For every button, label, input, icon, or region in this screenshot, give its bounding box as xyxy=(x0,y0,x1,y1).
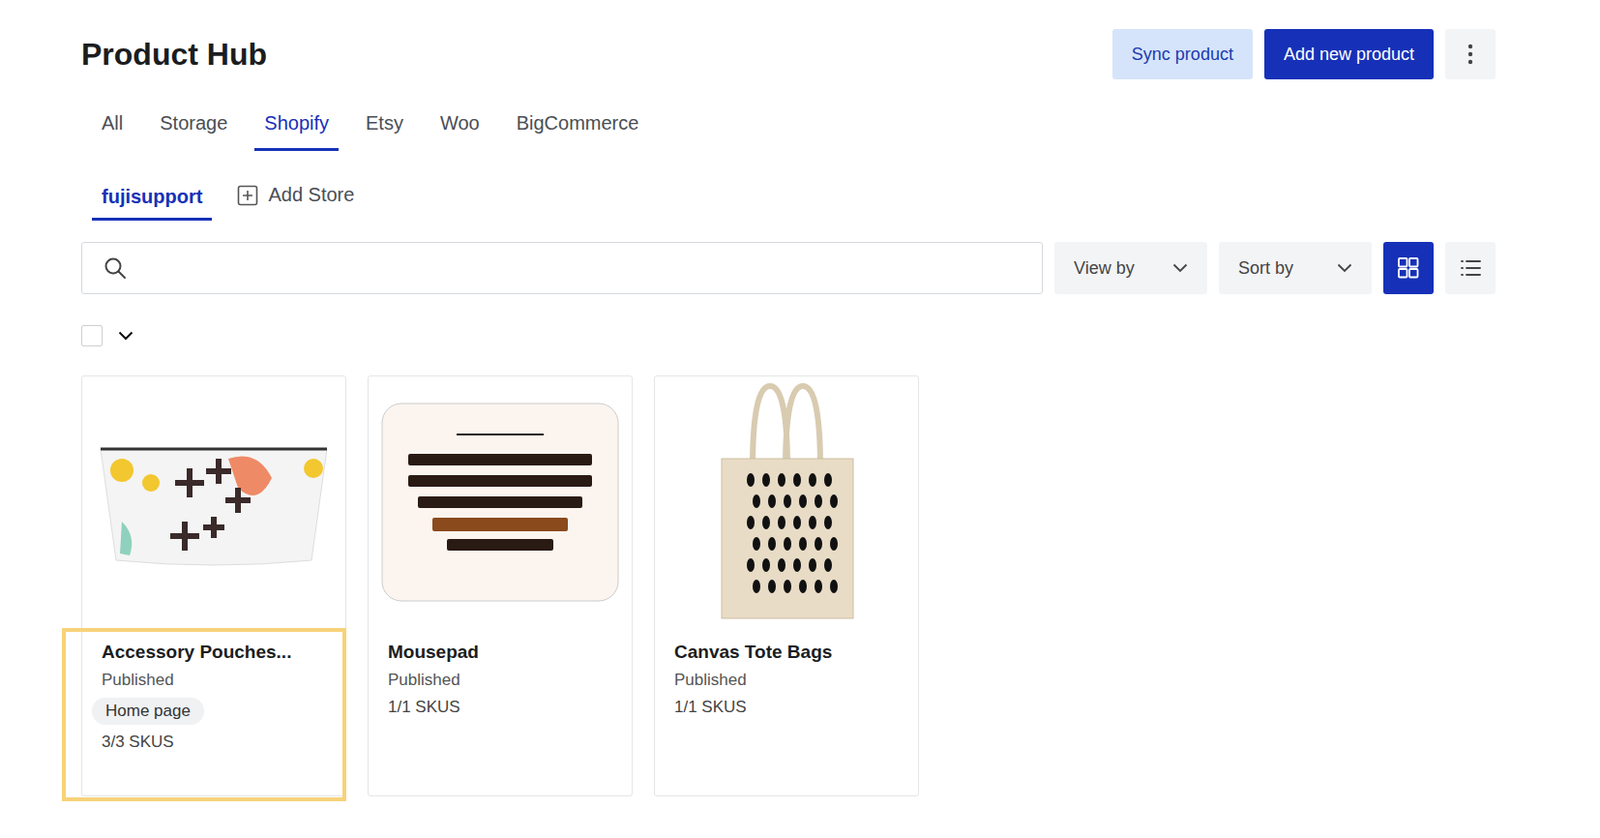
sync-product-button[interactable]: Sync product xyxy=(1112,29,1253,80)
product-card[interactable]: Mousepad Published 1/1 SKUS xyxy=(367,375,633,797)
grid-icon xyxy=(1397,257,1420,279)
channel-tab[interactable]: All xyxy=(91,104,133,151)
product-name: Mousepad xyxy=(387,641,613,663)
list-view-button[interactable] xyxy=(1445,241,1496,295)
highlight-frame xyxy=(61,627,347,801)
product-hub-page: Product Hub Sync productAdd new product Al… xyxy=(0,0,1600,838)
product-name: Canvas Tote Bags xyxy=(674,641,899,663)
channel-tab[interactable]: Woo xyxy=(430,104,490,151)
select-all-checkbox[interactable] xyxy=(81,325,103,347)
add-product-button[interactable]: Add new product xyxy=(1264,29,1434,80)
channel-tabs: All Storage Shopify Etsy Woo BigCommerce xyxy=(91,104,1496,151)
product-info: Mousepad Published 1/1 SKUS xyxy=(368,627,632,796)
product-skus: 1/1 SKUS xyxy=(387,697,613,717)
header-actions: Sync productAdd new product xyxy=(1112,29,1496,80)
search-input[interactable] xyxy=(136,257,1021,280)
product-image xyxy=(368,376,632,628)
plus-box-icon xyxy=(237,184,259,207)
chevron-down-icon xyxy=(1172,263,1188,273)
filter-dropdown[interactable]: Sort by xyxy=(1218,241,1372,295)
product-skus: 1/1 SKUS xyxy=(674,697,899,717)
product-skus: 3/3 SKUS xyxy=(101,732,326,752)
product-image xyxy=(654,376,919,628)
product-card[interactable]: Canvas Tote Bags Published 1/1 SKUS xyxy=(653,375,919,797)
add-store-button[interactable]: Add Store xyxy=(237,179,355,207)
select-row xyxy=(81,325,1496,347)
product-grid: Accessory Pouches... Published Home page 3/… xyxy=(81,375,1496,797)
product-info: Canvas Tote Bags Published 1/1 SKUS xyxy=(654,627,919,796)
filter-dropdown[interactable]: View by xyxy=(1054,241,1208,295)
channel-tab[interactable]: Shopify xyxy=(254,104,339,151)
product-name: Accessory Pouches... xyxy=(101,641,326,663)
search-icon xyxy=(103,256,127,280)
product-image xyxy=(82,376,346,628)
list-icon xyxy=(1459,259,1482,277)
page-title: Product Hub xyxy=(81,36,267,73)
product-info: Accessory Pouches... Published Home page 3/… xyxy=(82,627,346,796)
channel-tab[interactable]: BigCommerce xyxy=(506,104,650,151)
store-tab[interactable]: fujisupport xyxy=(91,179,212,221)
more-dots-icon xyxy=(1467,43,1474,65)
product-status: Published xyxy=(387,670,613,690)
search-field[interactable] xyxy=(81,241,1043,295)
toolbar: View bySort by xyxy=(81,241,1496,295)
product-status: Published xyxy=(101,670,326,690)
channel-tab[interactable]: Storage xyxy=(149,104,238,151)
pouch-image-icon xyxy=(92,429,335,575)
tote-image-icon xyxy=(704,381,869,623)
product-tag: Home page xyxy=(91,697,205,725)
mousepad-image-icon xyxy=(379,400,622,604)
product-tags: Home page xyxy=(91,697,326,725)
grid-view-button[interactable] xyxy=(1383,241,1434,295)
product-card[interactable]: Accessory Pouches... Published Home page 3/… xyxy=(81,375,347,797)
store-tabs: fujisupport Add Store xyxy=(91,179,1496,221)
more-button[interactable] xyxy=(1445,29,1496,80)
channel-tab[interactable]: Etsy xyxy=(355,104,414,151)
chevron-down-icon[interactable] xyxy=(118,330,134,341)
product-status: Published xyxy=(674,670,899,690)
page-header: Product Hub Sync productAdd new product xyxy=(81,29,1496,80)
chevron-down-icon xyxy=(1336,263,1353,273)
